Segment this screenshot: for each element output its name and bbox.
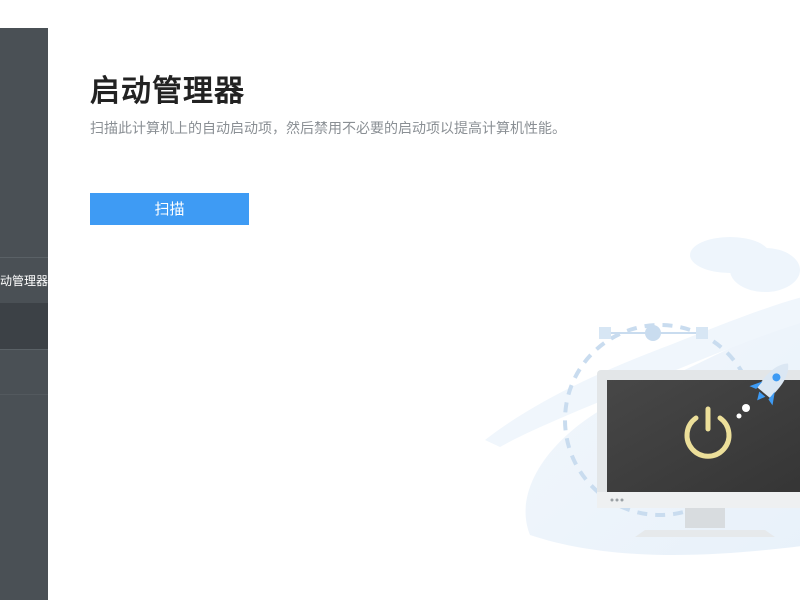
bezier-node (645, 325, 661, 341)
monitor-bezel-bottom (597, 492, 800, 508)
monitor-illustration (485, 237, 800, 555)
monitor-stand (635, 530, 775, 537)
page-title: 启动管理器 (90, 74, 245, 109)
sidebar-item-selected[interactable] (0, 303, 48, 349)
sidebar-divider (0, 394, 48, 395)
startup-manager-window: 启动管理器 启动管理器 扫描此计算机上的自动启动项，然后禁用不必要的启动项以提高… (0, 0, 800, 600)
cloud-shape (730, 248, 800, 292)
rocket-trail (742, 404, 750, 412)
startup-illustration (470, 225, 800, 600)
sidebar-item-startup-manager[interactable]: 启动管理器 (0, 272, 48, 290)
rocket-trail (736, 413, 742, 419)
page-subtitle: 扫描此计算机上的自动启动项，然后禁用不必要的启动项以提高计算机性能。 (90, 121, 566, 137)
bezier-anchor (599, 327, 611, 339)
scan-button[interactable]: 扫描 (90, 193, 249, 225)
monitor-neck (685, 508, 725, 528)
bezier-anchor (696, 327, 708, 339)
sidebar-divider (0, 257, 48, 258)
sidebar: 启动管理器 (0, 28, 48, 600)
sidebar-divider (0, 349, 48, 350)
